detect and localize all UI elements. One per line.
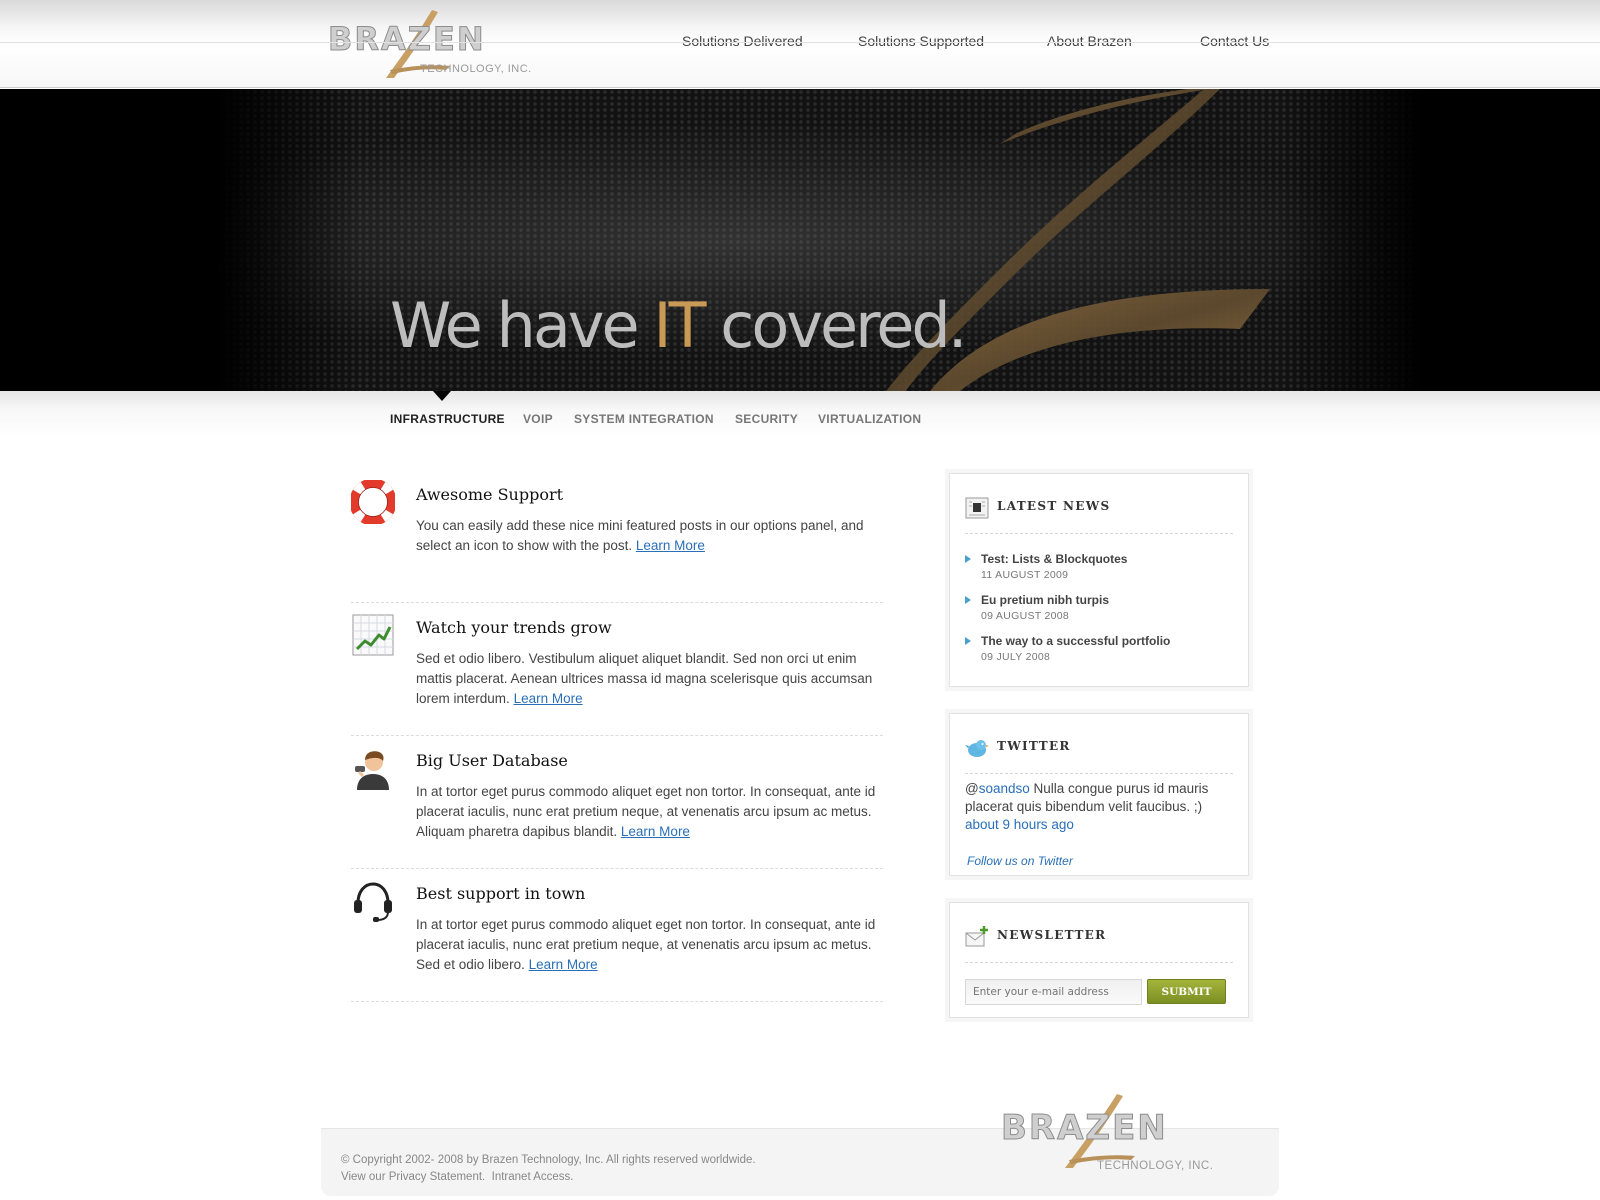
featured-posts: Awesome Support You can easily add these…	[351, 470, 883, 1002]
hero-headline-highlight: IT	[653, 289, 706, 362]
logo-subtitle: TECHNOLOGY, INC.	[1097, 1160, 1214, 1172]
news-title[interactable]: The way to a successful portfolio	[981, 634, 1170, 648]
tab-security[interactable]: SECURITY	[735, 412, 798, 426]
bullet-arrow-icon	[965, 596, 971, 604]
feature-title: Big User Database	[416, 751, 568, 770]
feature-title: Best support in town	[416, 884, 586, 903]
active-tab-indicator	[433, 391, 451, 401]
footer-links: View our Privacy Statement. Intranet Acc…	[341, 1171, 574, 1183]
twitter-handle-link[interactable]: soandso	[979, 781, 1030, 796]
logo-wordmark: BRAZEN	[1001, 1108, 1168, 1149]
nav-contact-us[interactable]: Contact Us	[1200, 33, 1269, 49]
learn-more-link[interactable]: Learn More	[621, 824, 690, 839]
follow-twitter-link[interactable]: Follow us on Twitter	[967, 854, 1073, 868]
intranet-access-link[interactable]: Intranet Access.	[492, 1171, 574, 1183]
feature-item: Big User Database In at tortor eget puru…	[351, 736, 883, 869]
learn-more-link[interactable]: Learn More	[514, 691, 583, 706]
trend-chart-icon	[352, 614, 394, 656]
privacy-statement-link[interactable]: Privacy Statement.	[389, 1171, 486, 1183]
hero-banner: We have IT covered.	[0, 89, 1600, 391]
tab-virtualization[interactable]: VIRTUALIZATION	[818, 412, 921, 426]
divider	[965, 773, 1233, 774]
widget-title: NEWSLETTER	[997, 928, 1107, 942]
submit-button[interactable]: SUBMIT	[1147, 979, 1226, 1004]
divider	[965, 533, 1233, 534]
email-field[interactable]	[965, 979, 1142, 1005]
tab-infrastructure[interactable]: INFRASTRUCTURE	[390, 412, 505, 426]
news-date: 09 AUGUST 2008	[981, 610, 1070, 622]
feature-item: Best support in town In at tortor eget p…	[351, 869, 883, 1002]
news-title[interactable]: Eu pretium nibh turpis	[981, 593, 1109, 607]
twitter-widget: TWITTER @soandso Nulla congue purus id m…	[949, 713, 1249, 876]
widget-title: TWITTER	[997, 739, 1071, 753]
latest-news-widget: LATEST NEWS Test: Lists & Blockquotes 11…	[949, 473, 1249, 687]
envelope-add-icon	[965, 926, 988, 947]
learn-more-link[interactable]: Learn More	[529, 957, 598, 972]
feature-item: Watch your trends grow Sed et odio liber…	[351, 603, 883, 736]
widget-title: LATEST NEWS	[997, 499, 1111, 513]
newsletter-widget: NEWSLETTER SUBMIT	[949, 902, 1249, 1018]
tweet-text: @soandso Nulla congue purus id mauris pl…	[965, 781, 1209, 832]
feature-text: You can easily add these nice mini featu…	[416, 518, 864, 553]
logo-wordmark: BRAZEN	[328, 20, 486, 59]
lifebuoy-icon	[351, 480, 395, 524]
news-title[interactable]: Test: Lists & Blockquotes	[981, 552, 1127, 566]
feature-text: In at tortor eget purus commodo aliquet …	[416, 784, 876, 839]
newspaper-icon	[965, 497, 989, 519]
feature-text: In at tortor eget purus commodo aliquet …	[416, 917, 876, 972]
hero-headline: We have IT covered.	[390, 289, 967, 362]
user-icon	[355, 751, 389, 790]
learn-more-link[interactable]: Learn More	[636, 538, 705, 553]
copyright-text: © Copyright 2002- 2008 by Brazen Technol…	[341, 1154, 756, 1166]
footer-logo[interactable]: BRAZEN TECHNOLOGY, INC.	[1001, 1092, 1214, 1172]
site-header: BRAZEN TECHNOLOGY, INC. Solutions Delive…	[0, 0, 1600, 88]
bird-icon	[965, 740, 989, 757]
divider	[965, 962, 1233, 963]
headset-icon	[354, 882, 392, 922]
feature-item: Awesome Support You can easily add these…	[351, 470, 883, 603]
tweet-time-link[interactable]: about 9 hours ago	[965, 817, 1074, 832]
tab-voip[interactable]: VOIP	[523, 412, 553, 426]
nav-solutions-supported[interactable]: Solutions Supported	[858, 33, 984, 49]
bullet-arrow-icon	[965, 555, 971, 563]
feature-text: Sed et odio libero. Vestibulum aliquet a…	[416, 651, 873, 706]
tab-system-integration[interactable]: SYSTEM INTEGRATION	[574, 412, 714, 426]
nav-solutions-delivered[interactable]: Solutions Delivered	[682, 33, 803, 49]
feature-title: Watch your trends grow	[416, 618, 612, 637]
news-date: 09 JULY 2008	[981, 651, 1051, 663]
nav-about-brazen[interactable]: About Brazen	[1047, 33, 1132, 49]
service-tabs: INFRASTRUCTURE VOIP SYSTEM INTEGRATION S…	[0, 391, 1600, 439]
feature-title: Awesome Support	[416, 485, 564, 504]
brand-logo[interactable]: BRAZEN TECHNOLOGY, INC.	[328, 8, 531, 82]
bullet-arrow-icon	[965, 637, 971, 645]
logo-subtitle: TECHNOLOGY, INC.	[420, 63, 532, 75]
news-date: 11 AUGUST 2009	[981, 569, 1069, 581]
